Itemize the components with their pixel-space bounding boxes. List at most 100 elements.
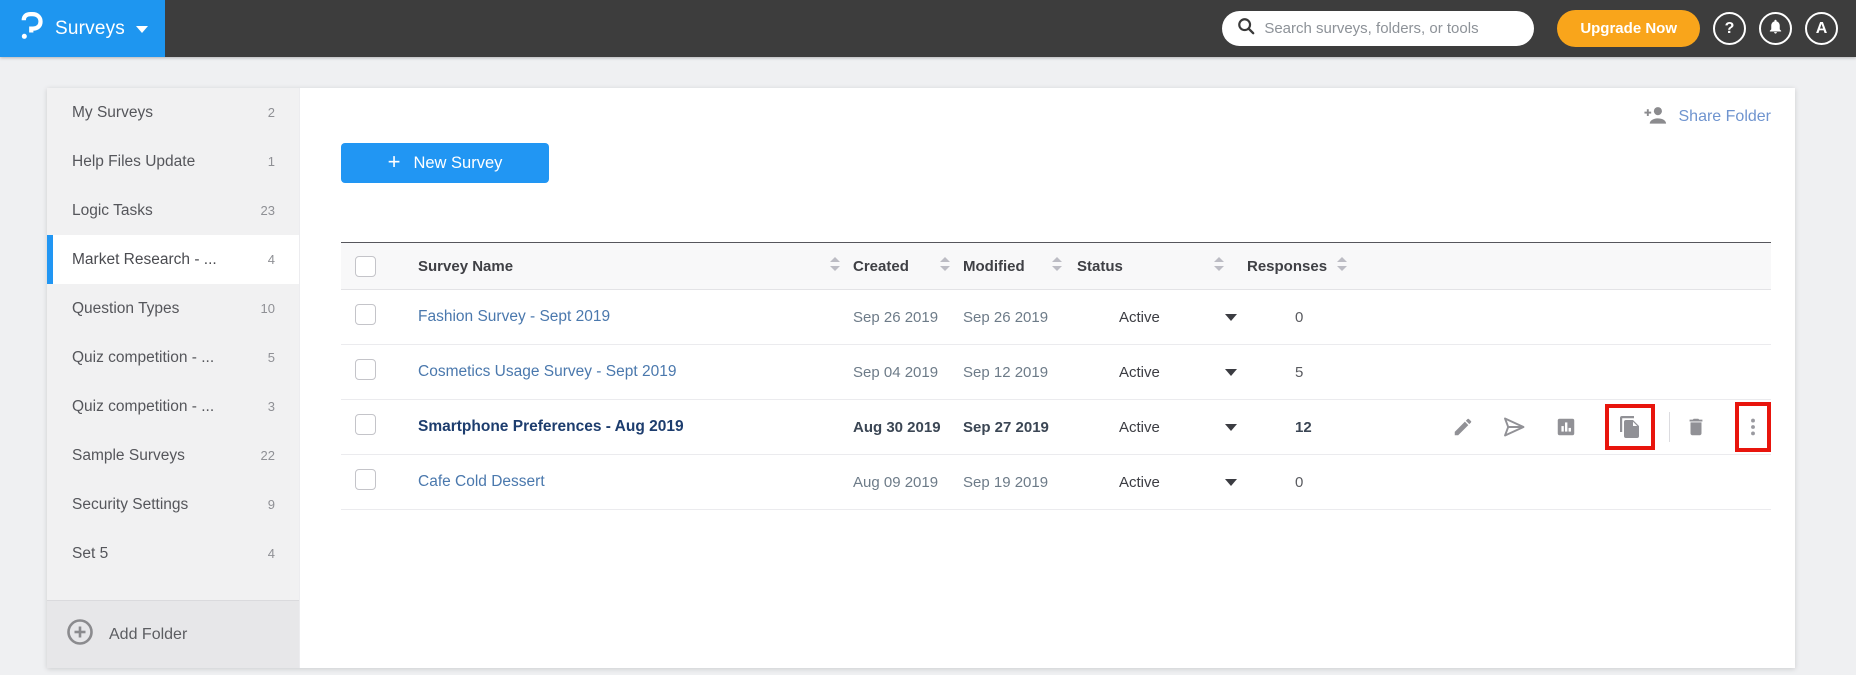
share-folder-label: Share Folder (1678, 108, 1772, 125)
sort-icon[interactable] (939, 257, 951, 275)
edit-icon[interactable] (1451, 414, 1475, 440)
status-dropdown[interactable]: Active (1067, 474, 1247, 491)
status-dropdown[interactable]: Active (1067, 309, 1247, 326)
created-date: Sep 04 2019 (853, 363, 939, 381)
send-icon[interactable] (1502, 414, 1526, 440)
row-checkbox[interactable] (355, 304, 376, 325)
col-status: Status (1077, 257, 1123, 275)
status-caret-icon (1225, 313, 1237, 321)
duplicate-highlight-box (1604, 404, 1655, 450)
account-avatar[interactable]: A (1805, 12, 1838, 45)
folder-label: Security Settings (72, 495, 189, 513)
folder-count: 22 (260, 448, 275, 463)
folder-label: My Surveys (72, 103, 153, 121)
add-folder-label: Add Folder (109, 625, 188, 643)
folder-count: 5 (267, 350, 275, 365)
created-date: Aug 09 2019 (853, 473, 939, 491)
search-input[interactable] (1264, 20, 1520, 37)
help-icon: ? (1724, 19, 1735, 37)
folder-count: 10 (260, 301, 275, 316)
surveys-panel: My Surveys 2 Help Files Update 1 Logic T… (47, 88, 1795, 668)
folder-count: 9 (267, 497, 275, 512)
product-switcher[interactable]: Surveys (0, 0, 165, 57)
sidebar-folder-item[interactable]: My Surveys 2 (47, 88, 299, 137)
search-icon (1237, 17, 1255, 40)
col-modified: Modified (963, 257, 1025, 275)
row-checkbox[interactable] (355, 359, 376, 380)
sidebar-folder-list: My Surveys 2 Help Files Update 1 Logic T… (47, 88, 299, 578)
created-date: Sep 26 2019 (853, 308, 939, 326)
col-created: Created (853, 257, 909, 275)
folder-label: Help Files Update (72, 152, 196, 170)
sidebar-folder-item[interactable]: Quiz competition - ... 5 (47, 333, 299, 382)
status-label: Active (1119, 418, 1160, 436)
folder-label: Logic Tasks (72, 201, 153, 219)
sidebar-folder-item[interactable]: Market Research - ... 4 (47, 235, 299, 284)
table-body: Fashion Survey - Sept 2019 Sep 26 2019 S… (341, 290, 1771, 510)
sort-icon[interactable] (1336, 257, 1348, 275)
table-header: Survey Name Created Modified Status Resp… (341, 242, 1771, 290)
topbar-right: Upgrade Now ? A (1222, 10, 1856, 47)
created-date: Aug 30 2019 (853, 418, 941, 436)
folder-label: Sample Surveys (72, 446, 185, 464)
survey-table-row: Fashion Survey - Sept 2019 Sep 26 2019 S… (341, 290, 1771, 345)
survey-name-link[interactable]: Smartphone Preferences - Aug 2019 (405, 418, 845, 436)
sort-icon[interactable] (829, 257, 841, 275)
status-label: Active (1119, 473, 1160, 491)
sidebar-folder-item[interactable]: Logic Tasks 23 (47, 186, 299, 235)
modified-date: Sep 27 2019 (963, 418, 1049, 436)
folder-count: 3 (267, 399, 275, 414)
status-caret-icon (1225, 368, 1237, 376)
avatar-initial: A (1815, 19, 1828, 37)
status-label: Active (1119, 363, 1160, 381)
help-button[interactable]: ? (1713, 12, 1746, 45)
survey-name-link[interactable]: Cosmetics Usage Survey - Sept 2019 (405, 363, 845, 381)
notifications-button[interactable] (1759, 12, 1792, 45)
select-all-checkbox[interactable] (355, 255, 376, 277)
status-caret-icon (1225, 423, 1237, 431)
more-highlight-box (1735, 402, 1771, 452)
global-search[interactable] (1222, 11, 1535, 46)
survey-name-link[interactable]: Cafe Cold Dessert (405, 473, 845, 491)
survey-name-link[interactable]: Fashion Survey - Sept 2019 (405, 308, 845, 326)
folder-count: 1 (267, 154, 275, 169)
folder-content: Share Folder + New Survey Survey Name Cr… (300, 88, 1795, 668)
sort-icon[interactable] (1213, 257, 1225, 275)
sidebar-folder-item[interactable]: Security Settings 9 (47, 480, 299, 529)
sidebar-folder-item[interactable]: Help Files Update 1 (47, 137, 299, 186)
status-dropdown[interactable]: Active (1067, 364, 1247, 381)
responses-count: 5 (1295, 363, 1304, 381)
survey-table-row: Cafe Cold Dessert Aug 09 2019 Sep 19 201… (341, 455, 1771, 510)
row-actions (1447, 402, 1771, 452)
status-caret-icon (1225, 478, 1237, 486)
folder-sidebar: My Surveys 2 Help Files Update 1 Logic T… (47, 88, 300, 668)
folder-count: 4 (267, 252, 275, 267)
share-folder-link[interactable]: Share Folder (341, 104, 1771, 130)
status-dropdown[interactable]: Active (1067, 419, 1247, 436)
modified-date: Sep 12 2019 (963, 363, 1049, 381)
proprofs-logo-icon (17, 11, 44, 46)
sidebar-folder-item[interactable]: Set 5 4 (47, 529, 299, 578)
row-checkbox[interactable] (355, 414, 376, 435)
sidebar-folder-item[interactable]: Sample Surveys 22 (47, 431, 299, 480)
share-person-icon (1643, 105, 1668, 130)
folder-count: 4 (267, 546, 275, 561)
reports-icon[interactable] (1554, 414, 1578, 440)
folder-label: Quiz competition - ... (72, 348, 215, 366)
row-checkbox[interactable] (355, 469, 376, 490)
more-icon[interactable] (1740, 414, 1766, 440)
sort-icon[interactable] (1051, 257, 1063, 275)
sidebar-folder-item[interactable]: Question Types 10 (47, 284, 299, 333)
upgrade-now-button[interactable]: Upgrade Now (1557, 10, 1700, 47)
actions-divider (1668, 412, 1670, 442)
responses-count: 12 (1295, 418, 1312, 436)
folder-count: 23 (260, 203, 275, 218)
modified-date: Sep 26 2019 (963, 308, 1049, 326)
product-caret-icon (136, 26, 149, 33)
add-folder-button[interactable]: Add Folder (47, 600, 299, 668)
survey-table-row: Cosmetics Usage Survey - Sept 2019 Sep 0… (341, 345, 1771, 400)
duplicate-icon[interactable] (1617, 414, 1643, 440)
delete-icon[interactable] (1684, 414, 1708, 440)
new-survey-button[interactable]: + New Survey (341, 143, 549, 183)
sidebar-folder-item[interactable]: Quiz competition - ... 3 (47, 382, 299, 431)
